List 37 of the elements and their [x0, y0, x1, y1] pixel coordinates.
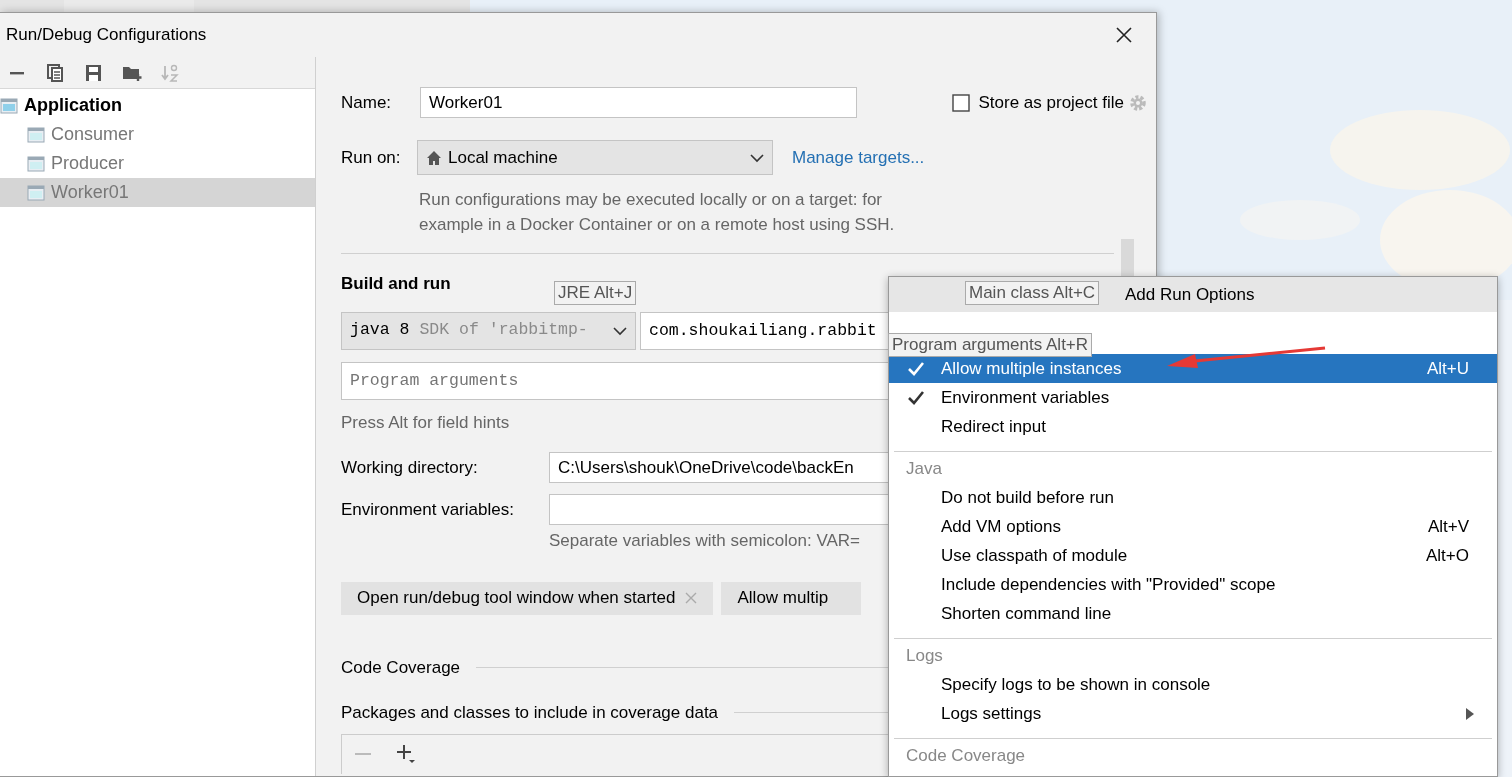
store-checkbox[interactable]: Store as project file [952, 89, 1124, 116]
run-on-label: Run on: [341, 146, 402, 169]
shortcut-tooltip: JRE Alt+J [554, 281, 637, 305]
section-heading: Code Coverage [341, 656, 461, 679]
field-hint: Press Alt for field hints [341, 411, 510, 434]
name-field[interactable]: Worker01 [420, 87, 857, 118]
menu-item[interactable]: Allow multiple instances Alt+U [889, 354, 1497, 383]
name-label: Name: [341, 91, 393, 114]
tree-item[interactable]: Consumer [0, 120, 315, 149]
environment-hint: Separate variables with semicolon: VAR= [549, 530, 861, 552]
menu-item[interactable]: Use classpath of module Alt+O [889, 541, 1497, 570]
run-on-dropdown[interactable]: Local machine [417, 140, 773, 175]
menu-item[interactable]: Add VM options Alt+V [889, 512, 1497, 541]
tree-item[interactable]: Producer [0, 149, 315, 178]
menu-group-heading: Logs [905, 644, 944, 667]
menu-item[interactable]: Logs settings [889, 699, 1497, 728]
menu-group-heading: Code Coverage [905, 744, 1027, 767]
run-on-hint: Run configurations may be executed locally or on a target: for example in a Docker Container or on a remote host using SSH. [419, 189, 896, 236]
window-title: Run/Debug Configurations [6, 24, 207, 47]
manage-targets-link[interactable]: Manage targets... [792, 144, 925, 171]
jre-dropdown[interactable]: java 8 SDK of 'rabbitmp- [341, 311, 636, 350]
menu-group-heading: Java [905, 457, 943, 480]
working-directory-label: Working directory: [341, 456, 479, 479]
menu-item[interactable]: Do not build before run [889, 483, 1497, 512]
menu-item[interactable]: Specify logs to be shown in console [889, 670, 1497, 699]
environment-variables-label: Environment variables: [341, 498, 515, 521]
menu-item[interactable]: Redirect input [889, 412, 1497, 441]
shortcut-tooltip: Program arguments Alt+R [888, 333, 1093, 357]
tree-item[interactable]: Application [0, 91, 315, 120]
shortcut-tooltip: Main class Alt+C [965, 281, 1100, 305]
option-chip[interactable]: Allow multip [721, 581, 862, 615]
menu-item[interactable]: Include dependencies with "Provided" scope [889, 570, 1497, 599]
section-heading: Packages and classes to include in coverage data [341, 702, 719, 724]
menu-item[interactable]: Shorten command line [889, 599, 1497, 628]
menu-title: Add Run Options [1125, 283, 1255, 306]
option-chip[interactable]: Open run/debug tool window when started [341, 581, 714, 615]
section-heading: Build and run [341, 273, 451, 295]
